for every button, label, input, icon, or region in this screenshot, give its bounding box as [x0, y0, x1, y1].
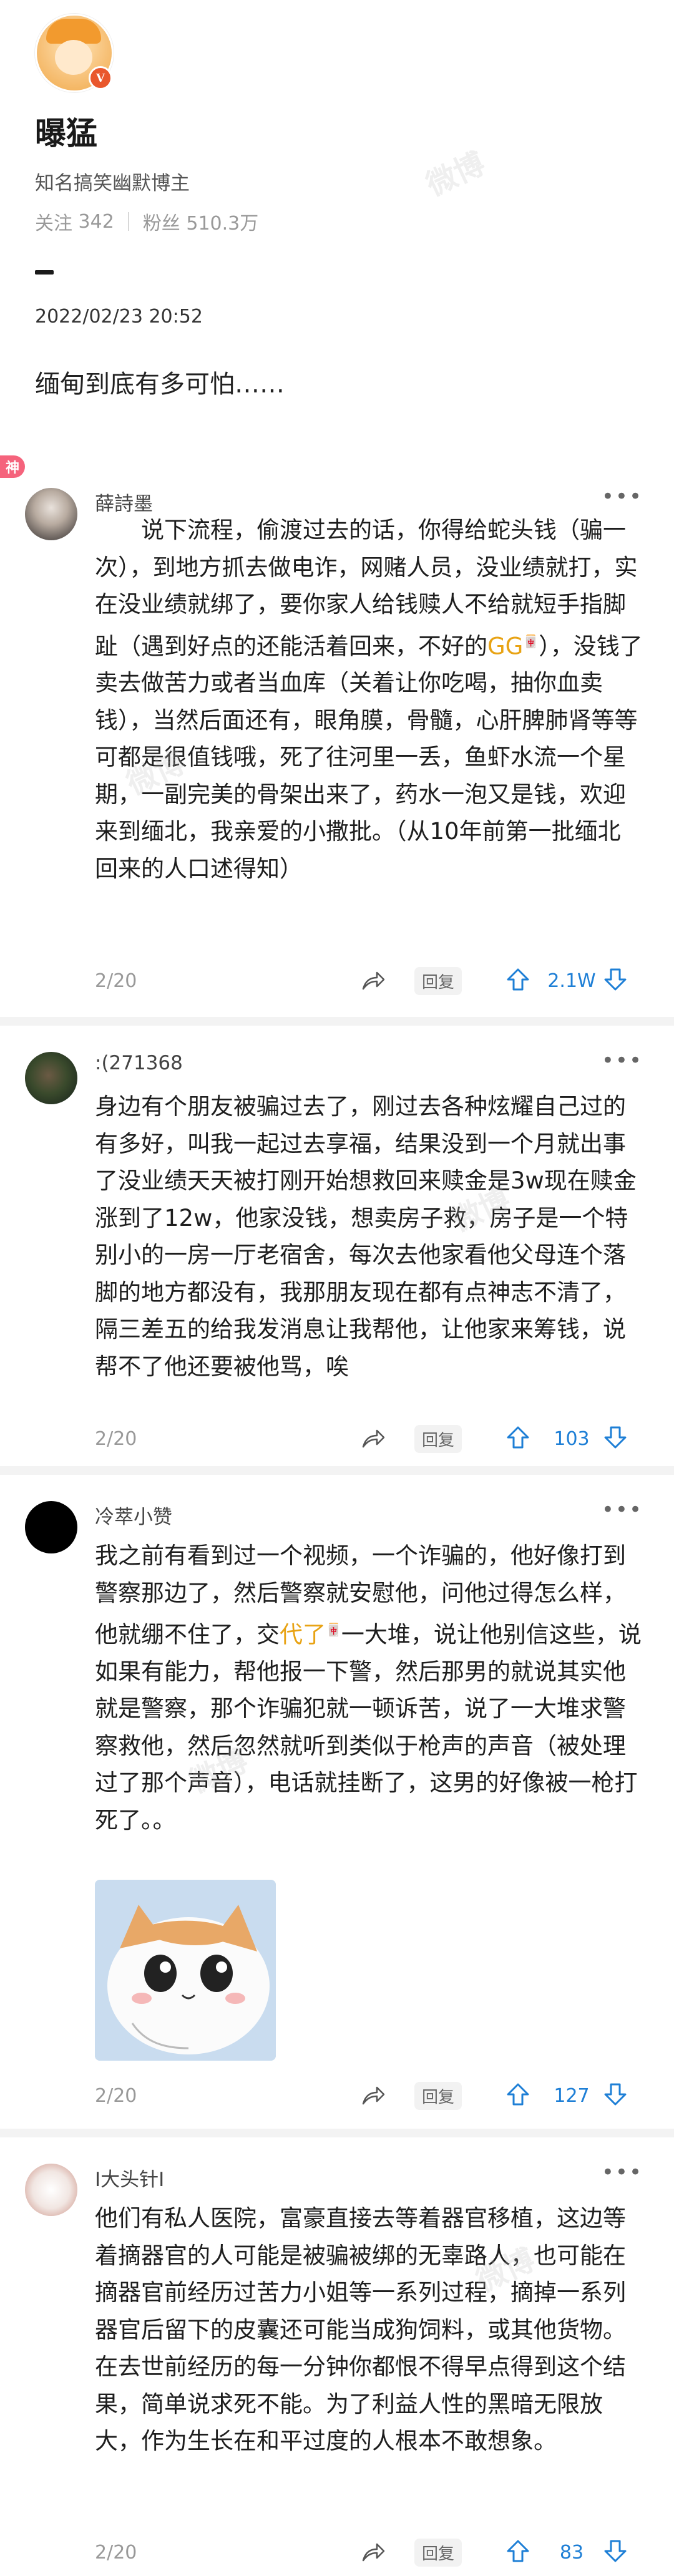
reply-button[interactable]: 回复	[414, 2538, 462, 2567]
commenter-name[interactable]: 冷萃小赞	[95, 1501, 172, 1529]
section-divider	[0, 2129, 674, 2137]
profile-avatar[interactable]: V	[35, 14, 116, 95]
comment-footer: 2/20 回复 127	[95, 2080, 649, 2111]
post-text: 缅甸到底有多可怕……	[35, 370, 285, 399]
more-options-button[interactable]: •••	[602, 2160, 643, 2185]
reply-button[interactable]: 回复	[414, 1424, 462, 1453]
emoji-sup: 🀄	[326, 1622, 341, 1637]
commenter-avatar[interactable]	[25, 488, 77, 540]
like-count: 127	[554, 2084, 590, 2107]
reply-button[interactable]: 回复	[414, 966, 462, 995]
emoji-link[interactable]: GG	[487, 633, 523, 659]
comment-date: 2/20	[95, 2541, 137, 2564]
comment-footer: 2/20 回复 103	[95, 1423, 649, 1454]
downvote-icon[interactable]	[603, 2539, 628, 2566]
share-icon[interactable]	[357, 970, 389, 991]
emoji-link[interactable]: 代了	[280, 1621, 326, 1648]
downvote-icon[interactable]	[603, 2082, 628, 2109]
commenter-avatar[interactable]	[25, 1501, 77, 1553]
post-date: 2022/02/23 20:52	[35, 306, 203, 328]
follow-count[interactable]: 342	[79, 211, 114, 233]
comment-footer: 2/20 回复 83	[95, 2537, 649, 2568]
profile-stats: 关注 342 粉丝 510.3万	[35, 208, 639, 235]
page: V 曝猛 知名搞笑幽默博主 关注 342 粉丝 510.3万 2022/02/2…	[0, 0, 674, 2576]
profile-header: V 曝猛 知名搞笑幽默博主 关注 342 粉丝 510.3万 2022/02/2…	[0, 0, 674, 399]
more-options-button[interactable]: •••	[602, 1497, 643, 1522]
comment-item: 薛詩墨 ••• 说下流程，偷渡过去的话，你得给蛇头钱（骗一次），到地方抓去做电诈…	[0, 462, 674, 1023]
commenter-avatar[interactable]	[25, 1052, 77, 1104]
comment-text: 他们有私人医院，富豪直接去等着器官移植，这边等着摘器官的人可能是被骗被绑的无辜路…	[95, 2205, 626, 2454]
share-icon[interactable]	[357, 2542, 389, 2563]
like-count: 103	[554, 1427, 590, 1450]
stats-divider	[127, 212, 129, 231]
downvote-icon[interactable]	[603, 967, 628, 994]
upvote-icon[interactable]	[506, 2539, 530, 2566]
like-count: 83	[559, 2541, 584, 2564]
comment-date: 2/20	[95, 2084, 137, 2107]
profile-description: 知名搞笑幽默博主	[35, 172, 190, 195]
profile-name[interactable]: 曝猛	[35, 109, 639, 153]
reply-button[interactable]: 回复	[414, 2081, 462, 2110]
upvote-icon[interactable]	[506, 1425, 530, 1452]
more-options-button[interactable]: •••	[602, 1048, 643, 1073]
like-count: 2.1W	[547, 970, 596, 992]
dash-divider	[35, 270, 54, 275]
share-icon[interactable]	[357, 2085, 389, 2106]
cat-sticker-image[interactable]	[95, 1880, 276, 2061]
comment-date: 2/20	[95, 970, 137, 992]
comment-text: 说下流程，偷渡过去的话，你得给蛇头钱（骗一次），到地方抓去做电诈，网赌人员，没业…	[95, 517, 643, 882]
fans-label[interactable]: 粉丝	[143, 208, 180, 235]
section-divider	[0, 1466, 674, 1475]
emoji-sup: 🀄	[523, 633, 539, 649]
commenter-name[interactable]: I大头针I	[95, 2164, 164, 2192]
upvote-icon[interactable]	[506, 967, 530, 994]
comment-text: 我之前有看到过一个视频，一个诈骗的，他好像打到警察那边了，然后警察就安慰他，问他…	[95, 1542, 642, 1834]
comment-footer: 2/20 回复 2.1W	[95, 965, 649, 996]
more-options-button[interactable]: •••	[602, 484, 643, 509]
comment-item: :(271368 ••• 身边有个朋友被骗过去了，刚过去各种炫耀自己过的有多好，…	[0, 1026, 674, 1462]
follow-label[interactable]: 关注	[35, 208, 72, 235]
commenter-name[interactable]: :(271368	[95, 1052, 183, 1074]
commenter-avatar[interactable]	[25, 2164, 77, 2216]
comment-text: 身边有个朋友被骗过去了，刚过去各种炫耀自己过的有多好，叫我一起过去享福，结果没到…	[95, 1093, 637, 1380]
downvote-icon[interactable]	[603, 1425, 628, 1452]
fans-count[interactable]: 510.3万	[186, 208, 258, 235]
comment-date: 2/20	[95, 1427, 137, 1450]
share-icon[interactable]	[357, 1428, 389, 1449]
comment-item: I大头针I ••• 他们有私人医院，富豪直接去等着器官移植，这边等着摘器官的人可…	[0, 2137, 674, 2576]
upvote-icon[interactable]	[506, 2082, 530, 2109]
section-divider	[0, 1017, 674, 1026]
verified-icon: V	[89, 66, 112, 90]
